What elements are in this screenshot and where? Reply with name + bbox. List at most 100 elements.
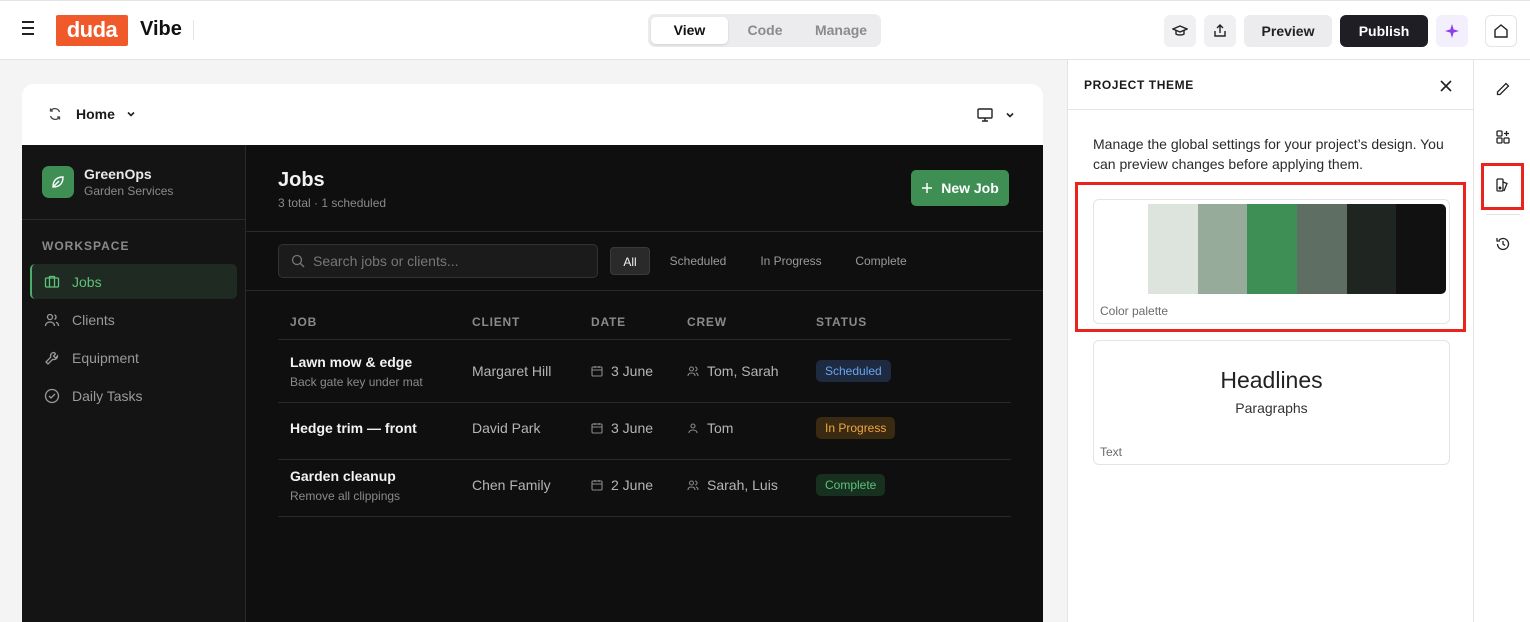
calendar-icon bbox=[591, 423, 603, 434]
app-name: Vibe bbox=[140, 18, 182, 40]
mode-switcher: View Code Manage bbox=[648, 14, 881, 47]
wrench-icon bbox=[45, 351, 59, 365]
filter-all[interactable]: All bbox=[610, 247, 650, 275]
divider bbox=[278, 516, 1011, 517]
filter-in-progress[interactable]: In Progress bbox=[748, 247, 834, 275]
edit-button[interactable] bbox=[1491, 77, 1515, 101]
tab-manage[interactable]: Manage bbox=[804, 17, 878, 44]
filter-scheduled[interactable]: Scheduled bbox=[658, 247, 738, 275]
close-button[interactable] bbox=[1436, 76, 1456, 96]
preview-button[interactable]: Preview bbox=[1244, 15, 1332, 47]
crew-text: Tom bbox=[707, 420, 734, 436]
job-name[interactable]: Hedge trim — front bbox=[290, 420, 417, 436]
refresh-icon[interactable] bbox=[48, 107, 62, 121]
sidebar-item-equipment[interactable]: Equipment bbox=[30, 340, 237, 375]
sidebar-item-jobs[interactable]: Jobs bbox=[30, 264, 237, 299]
home-button[interactable] bbox=[1485, 15, 1517, 47]
history-icon bbox=[1496, 237, 1510, 251]
column-header-status: STATUS bbox=[816, 315, 868, 329]
job-crew: Sarah, Luis bbox=[687, 477, 778, 493]
app-sidebar: GreenOps Garden Services WORKSPACE Jobs … bbox=[22, 145, 246, 622]
home-icon bbox=[1494, 24, 1508, 38]
new-job-button[interactable]: New Job bbox=[911, 170, 1009, 206]
status-badge: Scheduled bbox=[816, 360, 891, 382]
tab-view[interactable]: View bbox=[651, 17, 728, 44]
job-note: Back gate key under mat bbox=[290, 375, 423, 389]
app-main: Jobs 3 total · 1 scheduled New Job Searc… bbox=[246, 145, 1043, 622]
workspace-label: WORKSPACE bbox=[42, 239, 130, 253]
column-header-job: JOB bbox=[290, 315, 318, 329]
card-label: Text bbox=[1100, 445, 1123, 459]
plus-icon bbox=[922, 183, 933, 193]
search-placeholder: Search jobs or clients... bbox=[313, 253, 459, 269]
share-button[interactable] bbox=[1204, 15, 1236, 47]
search-input[interactable]: Search jobs or clients... bbox=[278, 244, 598, 278]
divider bbox=[278, 339, 1011, 340]
publish-button[interactable]: Publish bbox=[1340, 15, 1428, 47]
sidebar-item-label: Daily Tasks bbox=[72, 387, 143, 404]
device-selector[interactable] bbox=[976, 107, 1016, 123]
column-header-crew: CREW bbox=[687, 315, 727, 329]
divider bbox=[278, 459, 1011, 460]
user-icon bbox=[688, 423, 698, 434]
paragraph-sample: Paragraphs bbox=[1235, 400, 1308, 416]
canvas-toolbar bbox=[22, 84, 1043, 145]
divider bbox=[246, 290, 1043, 291]
history-button[interactable] bbox=[1491, 232, 1515, 256]
page-name[interactable]: Home bbox=[76, 106, 115, 122]
job-name[interactable]: Garden cleanup bbox=[290, 468, 396, 484]
brand-subtitle: Garden Services bbox=[84, 184, 174, 198]
job-crew: Tom, Sarah bbox=[687, 363, 779, 379]
job-date: 3 June bbox=[591, 420, 653, 436]
top-bar: duda Vibe View Code Manage Preview Publi… bbox=[0, 0, 1530, 60]
filter-complete[interactable]: Complete bbox=[844, 247, 918, 275]
desktop-icon bbox=[977, 108, 993, 122]
briefcase-icon bbox=[44, 275, 60, 288]
job-date: 3 June bbox=[591, 363, 653, 379]
leaf-icon bbox=[42, 166, 74, 198]
close-icon bbox=[1440, 80, 1452, 92]
job-crew: Tom bbox=[687, 420, 733, 436]
client-name: Chen Family bbox=[472, 477, 551, 493]
share-icon bbox=[1214, 24, 1226, 37]
job-name[interactable]: Lawn mow & edge bbox=[290, 354, 412, 370]
panel-description: Manage the global settings for your proj… bbox=[1093, 136, 1444, 172]
calendar-icon bbox=[591, 480, 603, 491]
headline-sample: Headlines bbox=[1220, 367, 1323, 393]
users-icon bbox=[687, 480, 699, 491]
sparkle-icon bbox=[1445, 24, 1459, 38]
sidebar-item-label: Clients bbox=[72, 311, 115, 328]
menu-icon[interactable] bbox=[20, 21, 36, 39]
users-icon bbox=[687, 366, 699, 377]
new-job-label: New Job bbox=[941, 180, 999, 196]
crew-text: Sarah, Luis bbox=[707, 477, 778, 493]
page-subtitle: 3 total · 1 scheduled bbox=[278, 196, 387, 210]
sidebar-item-daily-tasks[interactable]: Daily Tasks bbox=[30, 378, 237, 413]
ai-assistant-button[interactable] bbox=[1436, 15, 1468, 47]
text-styles-card[interactable]: Headlines Paragraphs Text bbox=[1093, 340, 1450, 465]
project-theme-panel: PROJECT THEME Manage the global settings… bbox=[1067, 60, 1474, 622]
widgets-button[interactable] bbox=[1491, 125, 1515, 149]
column-header-client: CLIENT bbox=[472, 315, 521, 329]
highlight-box bbox=[1481, 163, 1524, 210]
divider bbox=[1068, 109, 1474, 110]
divider bbox=[193, 20, 194, 40]
page-title: Jobs bbox=[278, 169, 325, 191]
graduation-cap-icon bbox=[1172, 25, 1188, 36]
sidebar-item-label: Jobs bbox=[72, 273, 102, 290]
calendar-icon bbox=[591, 366, 603, 377]
crew-text: Tom, Sarah bbox=[707, 363, 779, 379]
check-circle-icon bbox=[44, 388, 60, 403]
date-text: 3 June bbox=[611, 363, 654, 379]
learn-button[interactable] bbox=[1164, 15, 1196, 47]
search-icon bbox=[291, 254, 305, 268]
divider bbox=[22, 219, 246, 220]
widgets-icon bbox=[1496, 130, 1510, 144]
divider bbox=[246, 231, 1043, 232]
status-badge: Complete bbox=[816, 474, 886, 496]
highlight-box bbox=[1075, 182, 1466, 332]
tab-code[interactable]: Code bbox=[730, 17, 800, 44]
sidebar-item-clients[interactable]: Clients bbox=[30, 302, 237, 337]
app-preview: GreenOps Garden Services WORKSPACE Jobs … bbox=[22, 145, 1043, 622]
page-selector[interactable]: Home bbox=[48, 106, 137, 122]
